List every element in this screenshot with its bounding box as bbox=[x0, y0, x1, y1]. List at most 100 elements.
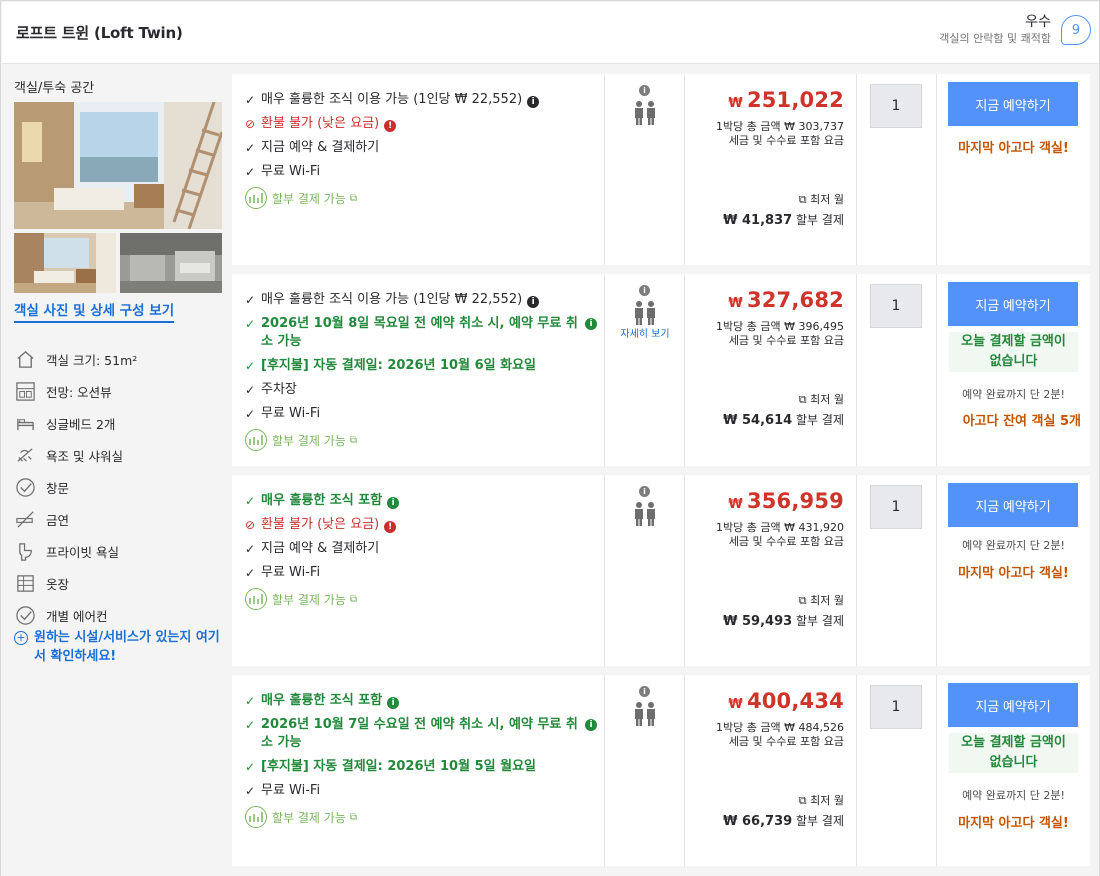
check-icon: ✓ bbox=[245, 694, 256, 708]
installment-badge[interactable]: 할부 결제 가능 ⧉ bbox=[245, 187, 597, 209]
benefit-item: ⊘ 환불 불가 (낮은 요금)! bbox=[245, 115, 597, 133]
offer-booking: 지금 예약하기 예약 완료까지 단 2분! 마지막 아고다 객실! bbox=[937, 475, 1090, 666]
info-icon[interactable]: i bbox=[585, 318, 597, 330]
review-score[interactable]: 우수 객실의 안락함 및 쾌적함 9 bbox=[939, 13, 1091, 47]
offer-row: ✓ 매우 훌륭한 조식 포함 i ✓ 2026년 10월 7일 수요일 전 예약 취소… bbox=[232, 675, 1090, 866]
no-smoking-icon bbox=[14, 508, 36, 530]
quick-booking-note: 예약 완료까지 단 2분! bbox=[962, 539, 1065, 552]
benefit-item: ✓ 2026년 10월 8일 목요일 전 예약 취소 시, 예약 무료 취소 가능… bbox=[245, 315, 597, 351]
info-icon[interactable]: i bbox=[387, 497, 400, 509]
benefit-item: ✓ 무료 Wi-Fi bbox=[245, 565, 321, 580]
benefit-item: ✓ 무료 Wi-Fi bbox=[245, 164, 321, 179]
book-now-button[interactable]: 지금 예약하기 bbox=[948, 282, 1078, 326]
offer-booking: 지금 예약하기 오늘 결제할 금액이 없습니다 예약 완료까지 단 2분! 아고… bbox=[937, 274, 1090, 466]
quick-booking-note: 예약 완료까지 단 2분! bbox=[962, 388, 1065, 401]
info-icon[interactable]: i bbox=[527, 296, 540, 308]
info-icon[interactable]: i bbox=[639, 486, 650, 497]
plus-circle-icon: + bbox=[14, 631, 28, 645]
room-qty-select[interactable]: 1 bbox=[870, 685, 922, 729]
installment-icon bbox=[245, 187, 267, 209]
min-monthly-label: ⧉ 최저 월 bbox=[798, 393, 844, 406]
price-details: 1박당 총 금액 ₩ 484,526 세금 및 수수료 포함 요금 bbox=[716, 721, 844, 748]
info-icon[interactable]: i bbox=[585, 719, 597, 731]
facility-item: 창문 bbox=[14, 471, 224, 503]
room-qty-select[interactable]: 1 bbox=[870, 485, 922, 529]
installment-price: ₩ 41,837 할부 결제 bbox=[723, 213, 844, 228]
room-qty-select[interactable]: 1 bbox=[870, 284, 922, 328]
facilities-more-link[interactable]: + 원하는 시설/서비스가 있는지 여기서 확인하세요! bbox=[14, 628, 224, 666]
offer-price: ₩356,959 1박당 총 금액 ₩ 431,920 세금 및 수수료 포함 요… bbox=[685, 475, 857, 666]
last-room-notice: 마지막 아고다 객실! bbox=[958, 816, 1069, 831]
check-icon: ✓ bbox=[245, 317, 256, 331]
room-photos-link[interactable]: 객실 사진 및 상세 구성 보기 bbox=[14, 299, 175, 323]
offer-row: ✓ 매우 훌륭한 조식 포함 i ⊘ 환불 불가 (낮은 요금)! ✓ 지금 예약 & … bbox=[232, 475, 1090, 666]
book-now-button[interactable]: 지금 예약하기 bbox=[948, 683, 1078, 727]
benefit-item: ✓ 매우 훌륭한 조식 이용 가능 (1인당 ₩ 22,552) i bbox=[245, 291, 597, 309]
facility-item: 객실 크기: 51m² bbox=[14, 343, 224, 375]
check-circle-icon bbox=[14, 604, 36, 626]
pay-later-notice: 오늘 결제할 금액이 없습니다 bbox=[949, 733, 1078, 773]
offer-quantity: 1 bbox=[857, 675, 937, 866]
room-title: 로프트 트윈 (Loft Twin) bbox=[16, 24, 183, 42]
offer-occupancy: i bbox=[605, 675, 685, 866]
shower-icon bbox=[14, 444, 36, 466]
benefit-item: ✓ 지금 예약 & 결제하기 bbox=[245, 140, 380, 155]
offer-row: ✓ 매우 훌륭한 조식 이용 가능 (1인당 ₩ 22,552) i ✓ 2026년 … bbox=[232, 274, 1090, 466]
room-qty-select[interactable]: 1 bbox=[870, 84, 922, 128]
room-photo-thumb[interactable] bbox=[120, 233, 222, 293]
info-icon[interactable]: ! bbox=[384, 120, 397, 132]
house-icon bbox=[14, 348, 36, 370]
info-icon[interactable]: i bbox=[639, 285, 650, 296]
installment-badge[interactable]: 할부 결제 가능 ⧉ bbox=[245, 588, 597, 610]
min-monthly-label: ⧉ 최저 월 bbox=[798, 794, 844, 807]
room-photo-thumb[interactable] bbox=[14, 233, 116, 293]
check-icon: ✓ bbox=[245, 494, 256, 508]
min-monthly-label: ⧉ 최저 월 bbox=[798, 594, 844, 607]
facility-item: 옷장 bbox=[14, 567, 224, 599]
offer-quantity: 1 bbox=[857, 274, 937, 466]
info-icon[interactable]: i bbox=[639, 686, 650, 697]
book-now-button[interactable]: 지금 예약하기 bbox=[948, 483, 1078, 527]
benefit-item: ✓ [후지불] 자동 결제일: 2026년 10월 6일 화요일 bbox=[245, 358, 536, 373]
window-view-icon bbox=[14, 380, 36, 402]
bed-icon bbox=[14, 412, 36, 434]
price-details: 1박당 총 금액 ₩ 303,737 세금 및 수수료 포함 요금 bbox=[716, 120, 844, 147]
price-details: 1박당 총 금액 ₩ 396,495 세금 및 수수료 포함 요금 bbox=[716, 320, 844, 347]
benefit-item: ✓ 매우 훌륭한 조식 포함 i bbox=[245, 692, 597, 710]
installment-badge[interactable]: 할부 결제 가능 ⧉ bbox=[245, 429, 597, 451]
facility-item: 프라이빗 욕실 bbox=[14, 535, 224, 567]
no-refund-icon: ⊘ bbox=[245, 518, 256, 532]
benefit-item: ✓ 무료 Wi-Fi bbox=[245, 406, 321, 421]
sidebar-title: 객실/투숙 공간 bbox=[14, 81, 95, 96]
check-icon: ✓ bbox=[245, 407, 256, 421]
check-icon: ✓ bbox=[245, 359, 256, 373]
offer-booking: 지금 예약하기 마지막 아고다 객실! bbox=[937, 74, 1090, 265]
check-icon: ✓ bbox=[245, 566, 256, 580]
info-icon[interactable]: ! bbox=[384, 521, 397, 533]
benefit-item: ✓ 주차장 bbox=[245, 382, 297, 397]
installment-icon bbox=[245, 588, 267, 610]
no-refund-icon: ⊘ bbox=[245, 117, 256, 131]
offer-quantity: 1 bbox=[857, 475, 937, 666]
offer-benefits: ✓ 매우 훌륭한 조식 이용 가능 (1인당 ₩ 22,552) i ✓ 2026년 … bbox=[232, 274, 605, 466]
book-now-button[interactable]: 지금 예약하기 bbox=[948, 82, 1078, 126]
offer-price: ₩400,434 1박당 총 금액 ₩ 484,526 세금 및 수수료 포함 요… bbox=[685, 675, 857, 866]
two-adults-icon bbox=[633, 501, 657, 531]
room-photo-main[interactable] bbox=[14, 102, 222, 229]
benefit-item: ⊘ 환불 불가 (낮은 요금)! bbox=[245, 516, 597, 534]
last-room-notice: 마지막 아고다 객실! bbox=[958, 566, 1069, 581]
check-icon: ✓ bbox=[245, 718, 256, 732]
price-amount: ₩400,434 bbox=[728, 689, 844, 713]
info-icon[interactable]: i bbox=[527, 96, 540, 108]
check-circle-icon bbox=[14, 476, 36, 498]
installment-badge[interactable]: 할부 결제 가능 ⧉ bbox=[245, 806, 597, 828]
info-icon[interactable]: i bbox=[387, 697, 400, 709]
toilet-icon bbox=[14, 540, 36, 562]
facility-item: 금연 bbox=[14, 503, 224, 535]
last-room-notice: 마지막 아고다 객실! bbox=[958, 141, 1069, 156]
installment-price: ₩ 54,614 할부 결제 bbox=[723, 413, 844, 428]
two-adults-icon bbox=[633, 100, 657, 130]
benefit-item: ✓ 매우 훌륭한 조식 이용 가능 (1인당 ₩ 22,552) i bbox=[245, 91, 597, 109]
info-icon[interactable]: i bbox=[639, 85, 650, 96]
occupancy-detail-link[interactable]: 자세히 보기 bbox=[605, 326, 685, 344]
